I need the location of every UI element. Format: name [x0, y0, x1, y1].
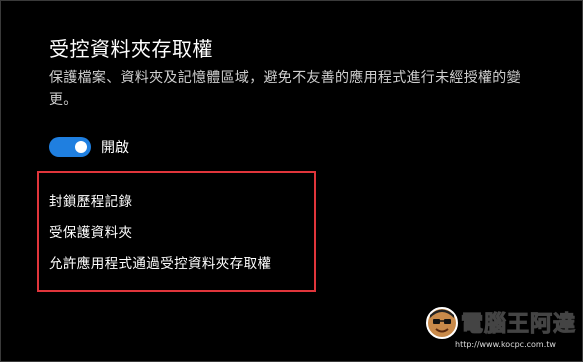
controlled-folder-access-toggle[interactable]: [49, 137, 91, 157]
toggle-row[interactable]: 開啟: [49, 137, 129, 157]
block-history-link[interactable]: 封鎖歷程記錄: [49, 190, 132, 210]
toggle-knob: [75, 141, 87, 153]
watermark-logo: 電腦王阿達 http://www.kocpc.com.tw: [425, 302, 577, 354]
section-description: 保護檔案、資料夾及記憶體區域，避免不友善的應用程式進行未經授權的變更。: [49, 70, 521, 108]
allow-app-link[interactable]: 允許應用程式通過受控資料夾存取權: [49, 252, 271, 272]
section-title: 受控資料夾存取權: [49, 37, 213, 61]
watermark-url: http://www.kocpc.com.tw: [455, 340, 556, 349]
protected-folders-link[interactable]: 受保護資料夾: [49, 221, 132, 241]
toggle-label: 開啟: [101, 140, 129, 156]
watermark-text: 電腦王阿達: [460, 312, 577, 338]
mascot-face-icon: [426, 307, 458, 339]
